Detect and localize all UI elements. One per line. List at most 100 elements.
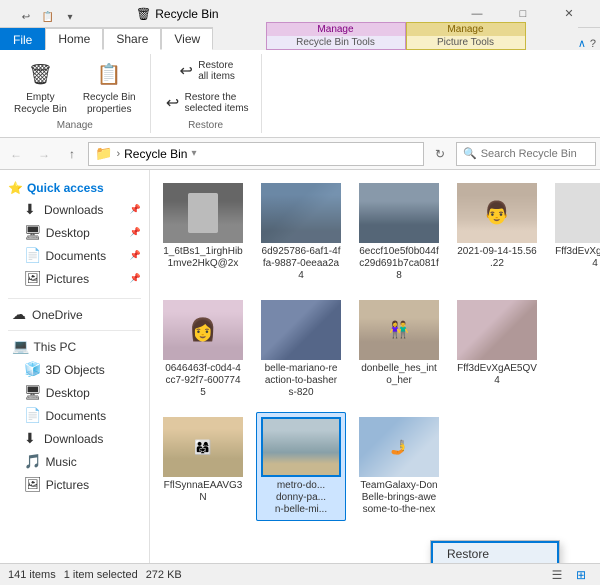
search-icon: 🔍 bbox=[463, 147, 477, 160]
file-thumb-10 bbox=[261, 417, 341, 477]
desktop-icon: 🖥 bbox=[24, 224, 42, 241]
pictures2-label: Pictures bbox=[46, 478, 89, 492]
address-bar: ← → ↑ 📁 › Recycle Bin ▾ ↻ 🔍 bbox=[0, 138, 600, 170]
undo-button[interactable]: ↩ bbox=[16, 8, 36, 28]
file-size: 272 KB bbox=[146, 569, 182, 581]
file-area: 1_6tBs1_1irghHib1mve2HkQ@2x 6d925786-6af… bbox=[150, 170, 600, 563]
documents2-icon: 📄 bbox=[24, 407, 41, 424]
file-item-3[interactable]: 👨 2021-09-14-15.56.22 bbox=[452, 178, 542, 287]
main-area: ⭐ Quick access ⬇ Downloads 📌 🖥 Desktop 📌… bbox=[0, 170, 600, 563]
quick-access-icon: ⭐ bbox=[8, 181, 23, 195]
search-box: 🔍 bbox=[456, 142, 596, 166]
file-item-2[interactable]: 6eccf10e5f0b044fc29d691b7ca081f8 bbox=[354, 178, 444, 287]
restore-all-button[interactable]: ↩ Restoreall items bbox=[172, 57, 239, 85]
tab-picture-tools[interactable]: Picture Tools bbox=[406, 36, 526, 50]
sidebar-documents[interactable]: 📄 Documents bbox=[0, 404, 149, 427]
forward-button[interactable]: → bbox=[32, 142, 56, 166]
sidebar-item-documents-qa[interactable]: 📄 Documents 📌 bbox=[0, 244, 149, 267]
quick-toolbar: ↩ 📋 ▾ bbox=[16, 8, 80, 28]
path-folder-icon: 📁 bbox=[95, 145, 112, 162]
view-buttons: ☰ ⊞ bbox=[546, 566, 592, 584]
window-title: Recycle Bin bbox=[155, 7, 218, 21]
tab-recycle-bin-tools[interactable]: Recycle Bin Tools bbox=[266, 36, 406, 50]
list-view-button[interactable]: ☰ bbox=[546, 566, 568, 584]
sidebar-item-desktop-qa[interactable]: 🖥 Desktop 📌 bbox=[0, 221, 149, 244]
sidebar-desktop[interactable]: 🖥 Desktop bbox=[0, 381, 149, 404]
file-name-9: FflSynnaEAAVG3N bbox=[164, 480, 243, 504]
sidebar-this-pc[interactable]: 💻 This PC bbox=[0, 335, 149, 358]
onedrive-label: OneDrive bbox=[32, 308, 83, 322]
restore-selected-button[interactable]: ↩ Restore theselected items bbox=[159, 89, 253, 117]
file-name-11: TeamGalaxy-DonBelle-brings-awesome-to-th… bbox=[360, 480, 437, 516]
refresh-button[interactable]: ↻ bbox=[428, 142, 452, 166]
tab-manage-picture-label[interactable]: Manage bbox=[406, 22, 526, 36]
up-button[interactable]: ↑ bbox=[60, 142, 84, 166]
ribbon-collapse-btn[interactable]: ∧ bbox=[578, 37, 586, 50]
music-icon: 🎵 bbox=[24, 453, 41, 470]
sidebar-music[interactable]: 🎵 Music bbox=[0, 450, 149, 473]
file-item-9[interactable]: 👨‍👩‍👧 FflSynnaEAAVG3N bbox=[158, 412, 248, 521]
sidebar-quick-access[interactable]: ⭐ Quick access bbox=[0, 178, 149, 198]
tab-file[interactable]: File bbox=[0, 28, 45, 50]
file-name-2: 6eccf10e5f0b044fc29d691b7ca081f8 bbox=[359, 246, 439, 282]
file-thumb-6 bbox=[261, 300, 341, 360]
file-item-5[interactable]: 👩 0646463f-c0d4-4cc7-92f7-60077458d07f_m… bbox=[158, 295, 248, 404]
sidebar-item-downloads-qa[interactable]: ⬇ Downloads 📌 bbox=[0, 198, 149, 221]
sidebar-downloads[interactable]: ⬇ Downloads bbox=[0, 427, 149, 450]
manage-group-label: Manage bbox=[57, 120, 93, 133]
file-item-10[interactable]: metro-do...donny-pa...n-belle-mi...hes-i… bbox=[256, 412, 346, 521]
file-thumb-3: 👨 bbox=[457, 183, 537, 243]
file-thumb-11: 🤳 bbox=[359, 417, 439, 477]
file-name-5: 0646463f-c0d4-4cc7-92f7-60077458d07f_met… bbox=[163, 363, 243, 399]
file-thumb-1 bbox=[261, 183, 341, 243]
sidebar-3d-objects[interactable]: 🧊 3D Objects bbox=[0, 358, 149, 381]
sidebar-pictures[interactable]: 🖼 Pictures bbox=[0, 473, 149, 496]
back-button[interactable]: ← bbox=[4, 142, 28, 166]
tab-manage-recycle-label[interactable]: Manage bbox=[266, 22, 406, 36]
file-name-3: 2021-09-14-15.56.22 bbox=[457, 246, 537, 270]
downloads2-icon: ⬇ bbox=[24, 430, 40, 447]
address-path[interactable]: 📁 › Recycle Bin ▾ bbox=[88, 142, 424, 166]
sidebar: ⭐ Quick access ⬇ Downloads 📌 🖥 Desktop 📌… bbox=[0, 170, 150, 563]
tab-home[interactable]: Home bbox=[45, 28, 103, 50]
grid-view-button[interactable]: ⊞ bbox=[570, 566, 592, 584]
restore-selected-icon: ↩ bbox=[163, 93, 183, 113]
file-name-0: 1_6tBs1_1irghHib1mve2HkQ@2x bbox=[163, 246, 243, 270]
file-name-6: belle-mariano-reaction-to-bashers-820 bbox=[265, 363, 338, 399]
sidebar-item-pictures-qa[interactable]: 🖼 Pictures 📌 bbox=[0, 267, 149, 290]
music-label: Music bbox=[45, 455, 76, 469]
file-item-4[interactable]: Fff3dEvXgAE5QV4 bbox=[550, 178, 600, 287]
file-item-11[interactable]: 🤳 TeamGalaxy-DonBelle-brings-awesome-to-… bbox=[354, 412, 444, 521]
title-bar-left: ↩ 📋 ▾ 🗑 Recycle Bin bbox=[8, 4, 454, 24]
empty-recycle-bin-button[interactable]: 🗑 EmptyRecycle Bin bbox=[8, 54, 73, 120]
path-dropdown[interactable]: ▾ bbox=[191, 148, 196, 159]
sidebar-onedrive[interactable]: ☁ OneDrive bbox=[0, 303, 149, 326]
file-item-0[interactable]: 1_6tBs1_1irghHib1mve2HkQ@2x bbox=[158, 178, 248, 287]
file-grid: 1_6tBs1_1irghHib1mve2HkQ@2x 6d925786-6af… bbox=[158, 178, 592, 521]
file-item-6[interactable]: belle-mariano-reaction-to-bashers-820 bbox=[256, 295, 346, 404]
tab-view[interactable]: View bbox=[161, 28, 213, 50]
properties-icon: 📋 bbox=[93, 58, 125, 90]
search-input[interactable] bbox=[481, 148, 589, 160]
context-restore[interactable]: Restore bbox=[431, 541, 559, 563]
file-name-7: donbelle_hes_into_her bbox=[361, 363, 437, 387]
recycle-bin-properties-button[interactable]: 📋 Recycle Binproperties bbox=[77, 54, 142, 120]
restore-buttons: ↩ Restoreall items ↩ Restore theselected… bbox=[159, 54, 253, 120]
context-menu: Restore Cut Delete Properties bbox=[430, 540, 560, 563]
desktop2-label: Desktop bbox=[46, 386, 90, 400]
path-label: Recycle Bin bbox=[124, 147, 187, 161]
tab-share[interactable]: Share bbox=[103, 28, 161, 50]
properties-button[interactable]: 📋 bbox=[38, 8, 58, 28]
file-name-10: metro-do...donny-pa...n-belle-mi...hes-i… bbox=[275, 480, 328, 516]
downloads-label: Downloads bbox=[44, 203, 103, 217]
file-thumb-4 bbox=[555, 183, 600, 243]
status-bar: 141 items 1 item selected 272 KB ☰ ⊞ bbox=[0, 563, 600, 585]
help-btn[interactable]: ? bbox=[590, 38, 596, 50]
file-name-8: Fff3dEvXgAE5QV4 bbox=[457, 363, 537, 387]
qt-dropdown[interactable]: ▾ bbox=[60, 8, 80, 28]
file-item-7[interactable]: 👫 donbelle_hes_into_her bbox=[354, 295, 444, 404]
file-item-8[interactable]: Fff3dEvXgAE5QV4 bbox=[452, 295, 542, 404]
sidebar-sep2 bbox=[8, 330, 141, 331]
file-item-1[interactable]: 6d925786-6af1-4ffa-9887-0eeaa2a46f18_met… bbox=[256, 178, 346, 287]
ribbon-tab-row: File Home Share View Manage Recycle Bin … bbox=[0, 28, 600, 50]
